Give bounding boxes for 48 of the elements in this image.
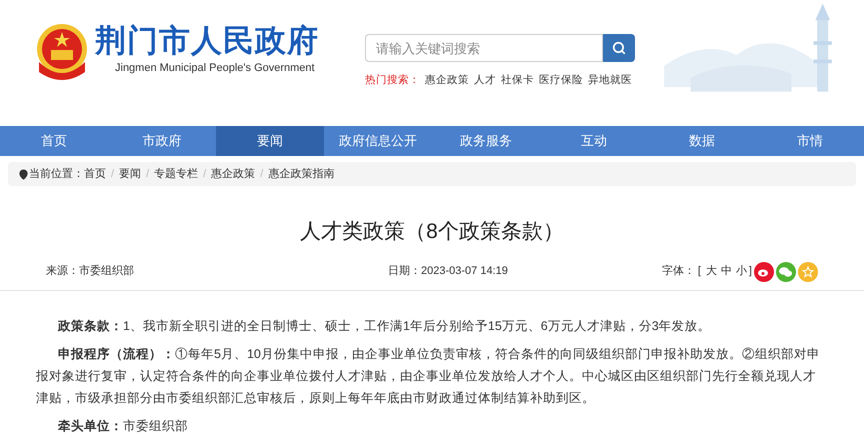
breadcrumb-label: 当前位置：	[29, 166, 84, 182]
bracket-text: ]	[748, 264, 752, 280]
breadcrumb-separator: /	[260, 166, 264, 182]
breadcrumb-link[interactable]: 要闻	[119, 166, 142, 182]
breadcrumb-separator: /	[111, 166, 114, 182]
nav-tab[interactable]: 互动	[540, 126, 648, 156]
breadcrumb-link[interactable]: 首页	[84, 166, 106, 182]
weibo-icon	[758, 266, 770, 276]
article-paragraph: 政策条款：1、我市新全职引进的全日制博士、硕士，工作满1年后分别给予15万元、6万元人才津贴，分3年发放。	[56, 318, 712, 334]
article-paragraph: 申报程序（流程）：①每年5月、10月份集中申报，由企事业单位负责审核，符合条件的向同级组织部门申报补助发放。②组织部对申报对象进行复审，认定符合条件的向企事业单位拨付人才津贴，由企事业单位发放给人才个人。中心城区由区组织部门先行全额兑现人才津贴，市级承担部分由市委组织部汇总审核后，原则上每年年底由市财政通过体制结算补助到区。	[36, 346, 821, 406]
nav-tab[interactable]: 政府信息公开	[324, 126, 432, 156]
font-size-link[interactable]: 中	[720, 263, 732, 280]
breadcrumb-separator: /	[203, 166, 206, 182]
nav-tab[interactable]: 市政府	[108, 126, 216, 156]
nav-tab[interactable]: 政务服务	[432, 126, 540, 156]
breadcrumb-link[interactable]: 专题专栏	[154, 166, 198, 182]
emblem-icon	[35, 22, 89, 82]
hot-search-link[interactable]: 人才	[474, 73, 496, 89]
font-size-link[interactable]: 大	[706, 263, 717, 280]
breadcrumb-link[interactable]: 惠企政策	[211, 166, 256, 182]
date-text: 日期：2023-03-07 14:19	[388, 264, 508, 280]
wechat-share-button[interactable]	[776, 262, 796, 282]
search-field[interactable]: 请输入关键词搜索	[365, 34, 603, 62]
font-size-link[interactable]: 小	[736, 263, 747, 280]
star-icon	[802, 266, 814, 278]
search-icon	[612, 41, 626, 55]
breadcrumb-separator: /	[146, 166, 150, 182]
nav-tab[interactable]: 市情	[756, 126, 864, 156]
site-subtitle: Jingmen Municipal People's Government	[115, 61, 316, 76]
site-title: 荆门市人民政府	[95, 22, 319, 60]
location-icon	[18, 168, 29, 180]
font-size-label: 字体：	[662, 264, 695, 280]
hot-search-link[interactable]: 社保卡	[501, 73, 534, 89]
weibo-share-button[interactable]	[754, 262, 774, 282]
bracket-text: [	[698, 264, 701, 280]
hot-search-link[interactable]: 异地就医	[588, 73, 632, 89]
wechat-icon	[779, 266, 792, 276]
hot-search-label: 热门搜索：	[365, 73, 420, 88]
source-text: 来源：市委组织部	[46, 264, 134, 280]
hot-search-link[interactable]: 医疗保险	[539, 73, 583, 89]
nav-tab[interactable]: 数据	[648, 126, 756, 156]
nav-tab[interactable]: 要闻	[216, 126, 324, 156]
nav-tab[interactable]: 首页	[0, 126, 108, 156]
article-paragraph: 牵头单位：市委组织部	[57, 418, 189, 434]
search-button[interactable]	[603, 34, 635, 62]
breadcrumb-link[interactable]: 惠企政策指南	[268, 166, 334, 182]
article-title: 人才类政策（8个政策条款）	[300, 219, 564, 245]
hot-search-link[interactable]: 惠企政策	[425, 73, 469, 89]
